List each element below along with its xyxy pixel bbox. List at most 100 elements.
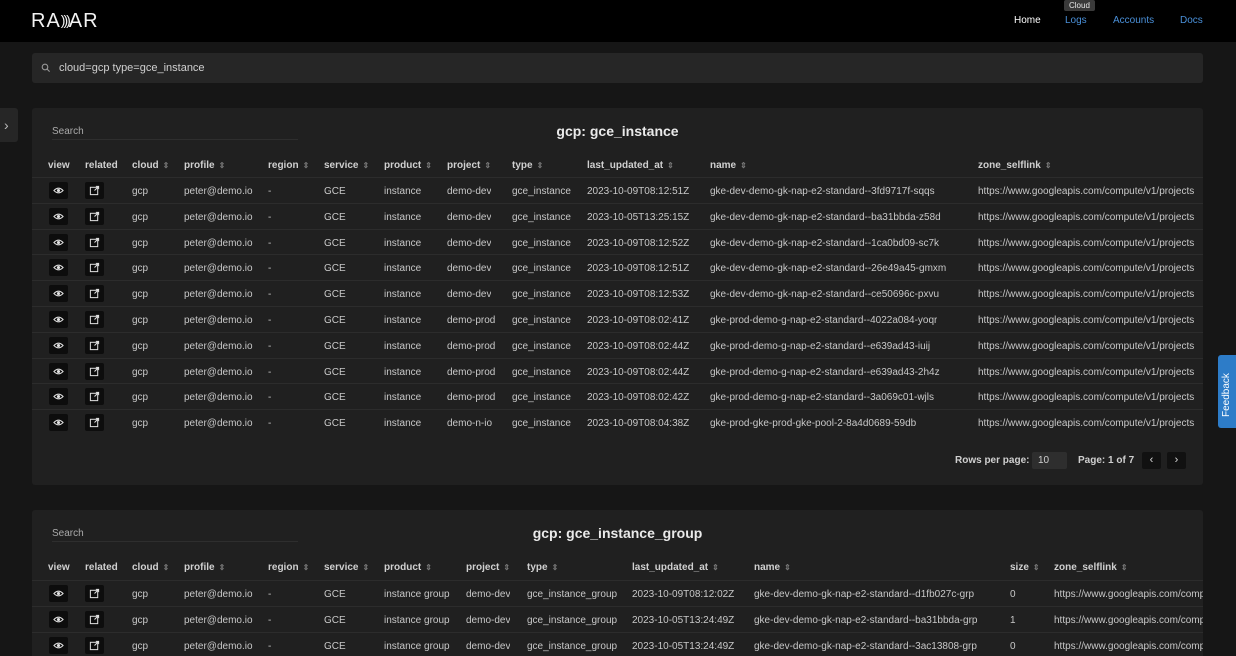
view-button[interactable] bbox=[49, 585, 68, 602]
cell-project: demo-dev bbox=[447, 237, 492, 249]
related-button[interactable] bbox=[85, 636, 104, 654]
column-header-last-updated-at[interactable]: last_updated_at ⇕ bbox=[632, 562, 719, 573]
column-header-cloud[interactable]: cloud ⇕ bbox=[132, 160, 169, 171]
feedback-tab[interactable]: Feedback bbox=[1218, 355, 1236, 428]
table-row[interactable]: gcp peter@demo.io - GCE instance demo-dev gce_… bbox=[32, 254, 1203, 280]
column-header-product[interactable]: product ⇕ bbox=[384, 562, 432, 573]
view-button[interactable] bbox=[49, 336, 68, 354]
column-header-last-updated-at[interactable]: last_updated_at ⇕ bbox=[587, 160, 674, 171]
column-header-size[interactable]: size ⇕ bbox=[1010, 562, 1040, 573]
prev-page-button[interactable]: ‹ bbox=[1142, 452, 1161, 469]
view-button[interactable] bbox=[49, 610, 68, 628]
column-header-service[interactable]: service ⇕ bbox=[324, 160, 369, 171]
nav-accounts-link[interactable]: Accounts bbox=[1113, 15, 1154, 26]
cell-cloud: gcp bbox=[132, 237, 149, 249]
nav-home-link[interactable]: Home bbox=[1014, 15, 1041, 26]
view-button[interactable] bbox=[49, 182, 68, 199]
column-header-profile[interactable]: profile ⇕ bbox=[184, 562, 225, 573]
table-row[interactable]: gcp peter@demo.io - GCE instance group demo-d… bbox=[32, 605, 1203, 632]
column-header-project[interactable]: project ⇕ bbox=[466, 562, 510, 573]
cloud-tooltip: Cloud bbox=[1064, 0, 1095, 11]
table-row[interactable]: gcp peter@demo.io - GCE instance group demo-d… bbox=[32, 631, 1203, 656]
eye-icon bbox=[53, 316, 64, 323]
view-button[interactable] bbox=[49, 388, 68, 406]
view-button[interactable] bbox=[49, 362, 68, 380]
column-header-related[interactable]: related bbox=[85, 562, 118, 573]
radar-logo[interactable]: RA)))AR bbox=[31, 10, 99, 33]
rows-per-page-select[interactable]: 10 bbox=[1032, 452, 1067, 469]
related-button[interactable] bbox=[85, 414, 104, 432]
table-row[interactable]: gcp peter@demo.io - GCE instance demo-prod gce… bbox=[32, 357, 1203, 384]
column-header-view[interactable]: view bbox=[48, 562, 70, 573]
cell-service: GCE bbox=[324, 315, 346, 326]
sort-icon: ⇕ bbox=[425, 563, 432, 572]
external-link-icon bbox=[89, 340, 100, 350]
column-header-type[interactable]: type ⇕ bbox=[527, 562, 558, 573]
cell-last-updated-at: 2023-10-09T08:12:51Z bbox=[587, 263, 690, 275]
table-row[interactable]: gcp peter@demo.io - GCE instance demo-dev gce_… bbox=[32, 202, 1203, 229]
global-search-input[interactable] bbox=[59, 60, 1159, 76]
column-header-product[interactable]: product ⇕ bbox=[384, 160, 432, 171]
column-header-label: related bbox=[85, 160, 118, 171]
column-header-profile[interactable]: profile ⇕ bbox=[184, 160, 225, 171]
view-button[interactable] bbox=[49, 311, 68, 328]
related-button[interactable] bbox=[85, 182, 104, 199]
view-button[interactable] bbox=[49, 259, 68, 277]
column-header-region[interactable]: region ⇕ bbox=[268, 160, 309, 171]
column-header-region[interactable]: region ⇕ bbox=[268, 562, 309, 573]
next-page-button[interactable]: › bbox=[1167, 452, 1186, 469]
view-button[interactable] bbox=[49, 285, 68, 303]
nav-logs-link[interactable]: Logs bbox=[1065, 15, 1087, 26]
table-row[interactable]: gcp peter@demo.io - GCE instance demo-prod gce… bbox=[32, 383, 1203, 409]
table-row[interactable]: gcp peter@demo.io - GCE instance demo-prod gce… bbox=[32, 331, 1203, 358]
related-button[interactable] bbox=[85, 585, 104, 602]
view-button[interactable] bbox=[49, 207, 68, 225]
column-header-name[interactable]: name ⇕ bbox=[754, 562, 791, 573]
cell-project: demo-prod bbox=[447, 392, 496, 404]
sort-icon: ⇕ bbox=[218, 563, 226, 572]
table-row[interactable]: gcp peter@demo.io - GCE instance demo-prod gce… bbox=[32, 306, 1203, 332]
column-header-label: type bbox=[527, 562, 548, 573]
table-row[interactable]: gcp peter@demo.io - GCE instance demo-n-io gce… bbox=[32, 409, 1203, 435]
sort-icon: ⇕ bbox=[503, 563, 511, 572]
nav-docs-link[interactable]: Docs bbox=[1180, 15, 1203, 26]
column-header-name[interactable]: name ⇕ bbox=[710, 160, 747, 171]
column-header-related[interactable]: related bbox=[85, 160, 118, 171]
cell-size: 0 bbox=[1010, 640, 1016, 652]
cell-type: gce_instance bbox=[512, 340, 571, 352]
table-row[interactable]: gcp peter@demo.io - GCE instance group demo-d… bbox=[32, 580, 1203, 606]
sort-icon: ⇕ bbox=[1044, 161, 1052, 170]
cell-last-updated-at: 2023-10-09T08:02:42Z bbox=[587, 392, 690, 404]
column-header-project[interactable]: project ⇕ bbox=[447, 160, 491, 171]
related-button[interactable] bbox=[85, 285, 104, 303]
external-link-icon bbox=[89, 418, 100, 428]
column-header-label: cloud bbox=[132, 562, 159, 573]
column-header-view[interactable]: view bbox=[48, 160, 70, 171]
cell-region: - bbox=[268, 237, 272, 249]
view-button[interactable] bbox=[49, 414, 68, 432]
table-row[interactable]: gcp peter@demo.io - GCE instance demo-dev gce_… bbox=[32, 228, 1203, 255]
related-button[interactable] bbox=[85, 610, 104, 628]
related-button[interactable] bbox=[85, 336, 104, 354]
table-row[interactable]: gcp peter@demo.io - GCE instance demo-dev gce_… bbox=[32, 280, 1203, 306]
column-header-zone-selflink[interactable]: zone_selflink ⇕ bbox=[1054, 562, 1128, 573]
cell-service: GCE bbox=[324, 186, 346, 197]
cell-type: gce_instance bbox=[512, 392, 571, 404]
view-button[interactable] bbox=[49, 636, 68, 654]
cell-product: instance bbox=[384, 186, 422, 197]
column-header-cloud[interactable]: cloud ⇕ bbox=[132, 562, 169, 573]
table-row[interactable]: gcp peter@demo.io - GCE instance demo-dev gce_… bbox=[32, 177, 1203, 203]
sidebar-expand-button[interactable]: › bbox=[0, 108, 18, 142]
column-header-zone-selflink[interactable]: zone_selflink ⇕ bbox=[978, 160, 1052, 171]
view-button[interactable] bbox=[49, 233, 68, 251]
cell-size: 1 bbox=[1010, 614, 1016, 626]
related-button[interactable] bbox=[85, 362, 104, 380]
column-header-service[interactable]: service ⇕ bbox=[324, 562, 369, 573]
gce-instance-group-panel: Search gcp: gce_instance_group view relat… bbox=[32, 510, 1203, 656]
related-button[interactable] bbox=[85, 233, 104, 251]
related-button[interactable] bbox=[85, 311, 104, 328]
related-button[interactable] bbox=[85, 388, 104, 406]
related-button[interactable] bbox=[85, 259, 104, 277]
column-header-type[interactable]: type ⇕ bbox=[512, 160, 543, 171]
related-button[interactable] bbox=[85, 207, 104, 225]
